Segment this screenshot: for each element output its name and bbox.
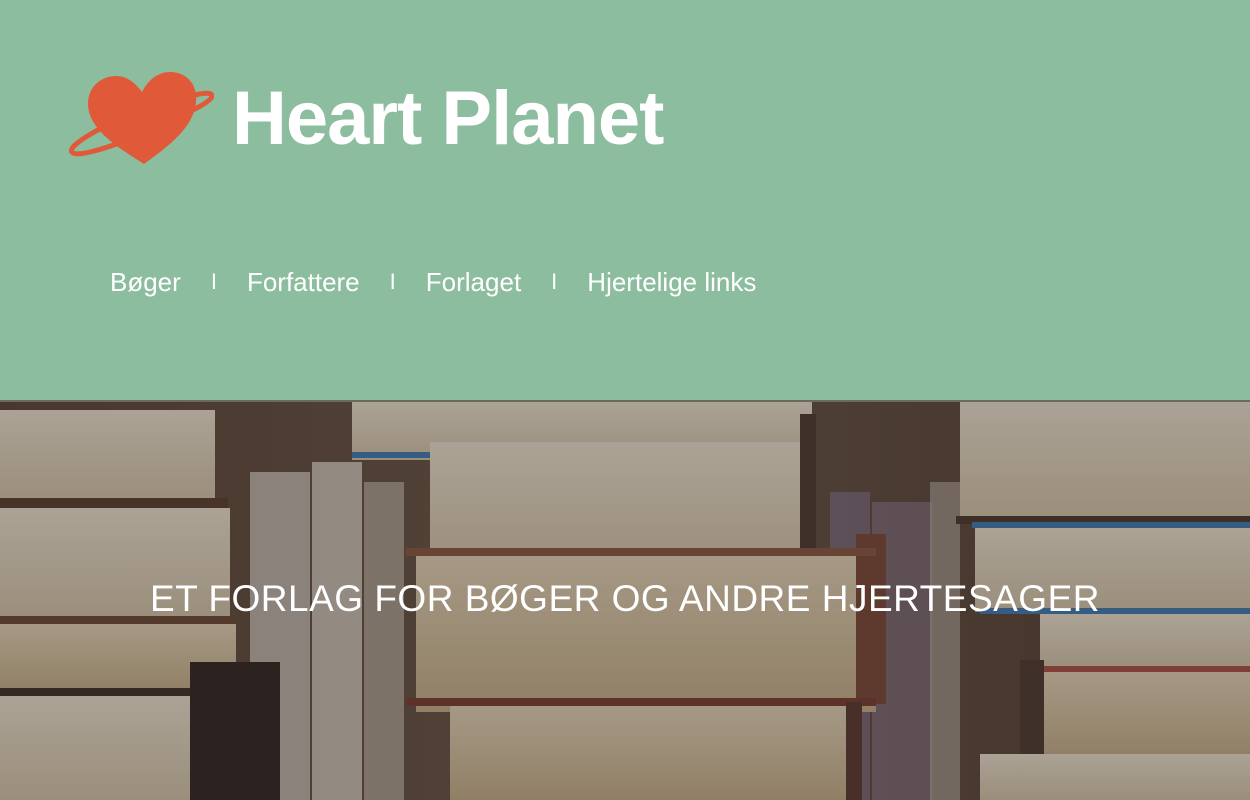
site-header: Heart Planet Bøger I Forfattere I Forlag… xyxy=(0,0,1250,400)
main-nav: Bøger I Forfattere I Forlaget I Hjerteli… xyxy=(110,262,756,302)
hero-banner: ET FORLAG FOR BØGER OG ANDRE HJERTESAGER xyxy=(0,402,1250,800)
nav-item-boger[interactable]: Bøger xyxy=(110,267,181,298)
nav-item-forfattere[interactable]: Forfattere xyxy=(247,267,360,298)
nav-separator: I xyxy=(551,269,558,294)
heart-planet-logo-icon xyxy=(68,72,214,164)
hero-tagline: ET FORLAG FOR BØGER OG ANDRE HJERTESAGER xyxy=(150,578,1100,619)
nav-item-hjertelige-links[interactable]: Hjertelige links xyxy=(587,267,756,298)
nav-item-forlaget[interactable]: Forlaget xyxy=(426,267,521,298)
site-logo[interactable]: Heart Planet xyxy=(66,68,686,168)
brand-name: Heart Planet xyxy=(232,76,664,161)
nav-separator: I xyxy=(389,269,396,294)
nav-separator: I xyxy=(210,269,217,294)
